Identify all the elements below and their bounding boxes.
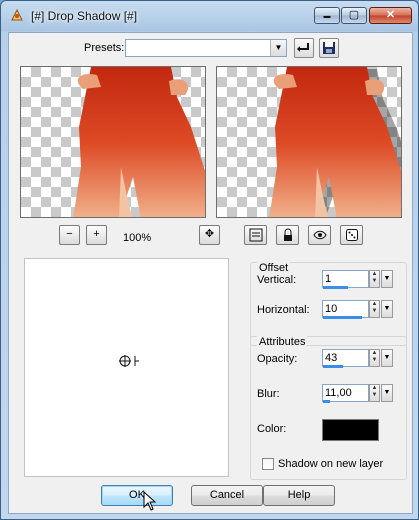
dice-icon [345, 229, 358, 241]
shadow-direction-panel[interactable] [24, 258, 229, 477]
pan-button[interactable]: ✥ [199, 225, 220, 245]
offset-group: Offset Vertical: 1 ▲ ▼ ▼ Horizontal: 10 ▲… [250, 262, 407, 346]
cancel-label: Cancel [209, 489, 245, 501]
save-icon [323, 42, 335, 54]
result-preview [216, 66, 402, 218]
help-button[interactable]: Help [263, 485, 335, 506]
preview-on-image-button[interactable] [308, 225, 331, 245]
mouse-cursor-icon [143, 491, 157, 511]
app-icon [11, 8, 23, 21]
blur-spinner[interactable]: ▲ ▼ [369, 384, 380, 402]
vertical-level [323, 286, 348, 289]
color-label: Color: [257, 423, 287, 435]
attributes-title: Attributes [257, 336, 308, 348]
drop-shadow-dialog: [#] Drop Shadow [#] ▬ ▢ ✕ Presets: ▼ − +… [0, 0, 419, 520]
shadow-new-layer-checkbox[interactable] [262, 458, 274, 470]
dialog-client: Presets: ▼ − + 100% ✥ Offset Vertical: 1… [8, 32, 413, 514]
crosshair-icon[interactable] [119, 353, 143, 369]
proof-toggle-button[interactable] [244, 225, 267, 245]
auto-proof-button[interactable] [276, 225, 299, 245]
opacity-spinner[interactable]: ▲ ▼ [369, 349, 380, 367]
opacity-label: Opacity: [257, 353, 298, 365]
lock-icon [283, 228, 292, 241]
presets-label: Presets: [84, 42, 125, 54]
chevron-down-icon[interactable]: ▼ [381, 300, 393, 318]
horizontal-label: Horizontal: [257, 304, 310, 316]
pan-icon: ✥ [204, 228, 215, 240]
original-preview[interactable] [20, 66, 206, 218]
chevron-down-icon[interactable]: ▼ [381, 384, 393, 402]
maximize-button[interactable]: ▢ [341, 7, 367, 24]
shadow-color-swatch[interactable] [322, 419, 379, 441]
zoom-level: 100% [123, 232, 152, 244]
zoom-out-button[interactable]: − [59, 225, 80, 245]
chevron-down-icon[interactable]: ▼ [270, 40, 286, 56]
cancel-button[interactable]: Cancel [191, 485, 263, 506]
shadow-new-layer-label: Shadow on new layer [278, 458, 384, 470]
help-label: Help [287, 489, 311, 501]
ok-button[interactable]: OK [101, 485, 173, 506]
vertical-label: Vertical: [257, 274, 297, 286]
opacity-level [323, 365, 343, 368]
original-image [73, 67, 205, 217]
zoom-out-icon: − [66, 228, 73, 240]
zoom-in-button[interactable]: + [86, 225, 107, 245]
offset-title: Offset [257, 262, 291, 274]
chevron-down-icon[interactable]: ▼ [381, 270, 393, 288]
close-icon: ✕ [385, 9, 396, 21]
presets-combo[interactable]: ▼ [125, 39, 287, 57]
title-bar[interactable]: [#] Drop Shadow [#] ▬ ▢ ✕ [1, 1, 418, 31]
blur-label: Blur: [257, 388, 280, 400]
maximize-icon: ▢ [348, 9, 360, 21]
horizontal-spinner[interactable]: ▲ ▼ [369, 300, 380, 318]
reset-button[interactable] [294, 38, 314, 58]
list-icon [249, 228, 262, 242]
eye-icon [312, 230, 327, 240]
blur-level [323, 400, 330, 403]
horizontal-level [323, 316, 362, 319]
reset-icon [297, 43, 309, 52]
minimize-button[interactable]: ▬ [314, 7, 340, 24]
result-image [269, 67, 401, 217]
save-preset-button[interactable] [319, 38, 339, 58]
chevron-down-icon[interactable]: ▼ [381, 349, 393, 367]
vertical-spinner[interactable]: ▲ ▼ [369, 270, 380, 288]
zoom-in-icon: + [93, 228, 100, 240]
window-title: [#] Drop Shadow [#] [31, 9, 138, 23]
randomize-button[interactable] [340, 225, 363, 245]
minimize-icon: ▬ [323, 13, 331, 20]
close-button[interactable]: ✕ [369, 7, 412, 24]
